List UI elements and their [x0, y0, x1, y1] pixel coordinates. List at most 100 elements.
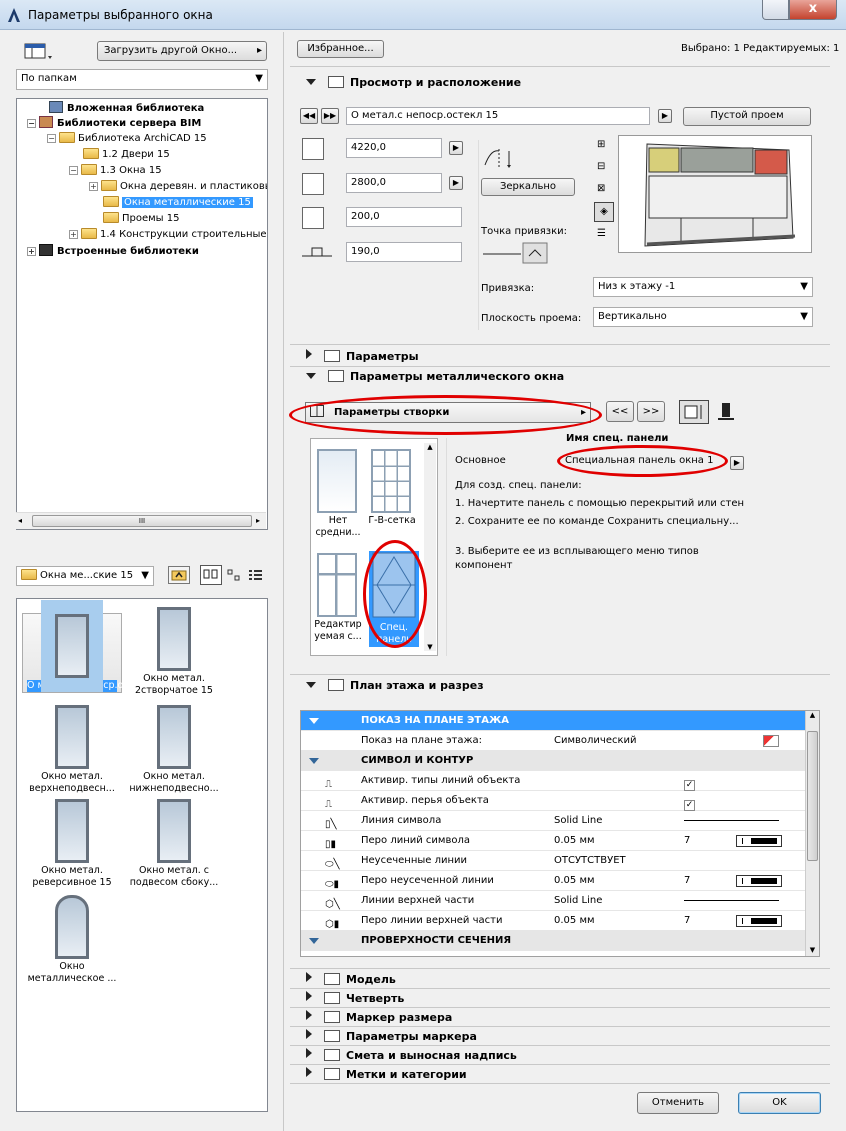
grid-row[interactable]: ⬭╲ Неусеченные линии ОТСУТСТВУЕТ — [301, 851, 806, 871]
gallery-item[interactable]: Окно метал. реверсивное 15 — [22, 799, 122, 889]
tree-node[interactable]: +Окна деревян. и пластиковые 15 — [89, 180, 267, 195]
section-view-placement[interactable]: Просмотр и расположение — [306, 74, 521, 92]
cancel-button[interactable]: Отменить — [637, 1092, 719, 1114]
scroll-up-icon[interactable]: ▲ — [424, 443, 436, 451]
object-name-field[interactable]: О метал.с непоср.остекл 15 — [346, 107, 650, 125]
3d-view-icon[interactable]: ◈ — [594, 202, 614, 222]
scroll-thumb[interactable]: III — [32, 515, 252, 527]
scroll-down-icon[interactable]: ▼ — [806, 946, 819, 954]
load-other-window-button[interactable]: Загрузить другой Окно... ▸ — [97, 41, 267, 61]
mirror-button[interactable]: Зеркально — [481, 178, 575, 196]
section-metal-window-params[interactable]: Параметры металлического окна — [306, 368, 564, 386]
tree-node[interactable]: +1.4 Конструкции строительные — [69, 228, 267, 243]
pen-preview[interactable] — [736, 835, 782, 847]
expand-icon[interactable]: + — [89, 182, 98, 191]
tree-node[interactable]: 1.2 Двери 15 — [83, 148, 170, 163]
tree-node-selected[interactable]: Окна металлические 15 — [103, 196, 253, 211]
folder-select[interactable]: Окна ме...ские 15 ▼ — [16, 566, 154, 586]
grid-mullion-icon[interactable] — [371, 449, 411, 513]
anchor-select[interactable]: Низ к этажу -1 ▼ — [593, 277, 813, 297]
section-marker-params[interactable]: Параметры маркера — [306, 1028, 477, 1046]
tree-node[interactable]: Проемы 15 — [103, 212, 179, 227]
next-page-button[interactable]: >> — [637, 401, 665, 422]
collapse-icon[interactable]: − — [69, 166, 78, 175]
prev-next-object-buttons[interactable]: ◀◀ ▶▶ — [300, 107, 340, 125]
next-object-icon[interactable]: ▶▶ — [321, 108, 339, 124]
width-field[interactable]: 4220,0 — [346, 138, 442, 158]
triangle-right-icon[interactable]: ▶ — [449, 176, 463, 190]
grid-group-row[interactable]: ПОКАЗ НА ПЛАНЕ ЭТАЖА — [301, 711, 806, 731]
pen-preview[interactable] — [736, 875, 782, 887]
pen-preview[interactable] — [736, 915, 782, 927]
close-window-button[interactable]: x — [789, 0, 837, 20]
section-tags-categories[interactable]: Метки и категории — [306, 1066, 467, 1084]
previous-object-icon[interactable]: ◀◀ — [300, 108, 318, 124]
section-model[interactable]: Модель — [306, 971, 396, 989]
height-field[interactable]: 2800,0 — [346, 173, 442, 193]
triangle-right-icon[interactable]: ▶ — [449, 141, 463, 155]
no-mullion-icon[interactable] — [317, 449, 357, 513]
gallery-item[interactable]: Окно метал. 2створчатое 15 — [124, 607, 224, 697]
scroll-left-icon[interactable]: ◂ — [18, 516, 22, 525]
elevation-view-icon[interactable]: ⊠ — [597, 183, 605, 194]
tree-node[interactable]: −1.3 Окна 15 — [69, 164, 162, 179]
scroll-up-icon[interactable]: ▲ — [806, 711, 819, 719]
collapse-icon[interactable]: − — [47, 134, 56, 143]
ok-button[interactable]: OK — [738, 1092, 821, 1114]
collapse-icon[interactable]: − — [27, 119, 36, 128]
minimize-button[interactable] — [762, 0, 789, 20]
tree-node[interactable]: + Встроенные библиотеки — [27, 244, 199, 259]
scroll-thumb[interactable] — [807, 731, 818, 861]
grid-row[interactable]: ⬡╲ Линии верхней части Solid Line — [301, 891, 806, 911]
library-view-icon[interactable] — [24, 43, 54, 61]
display-mode-icon[interactable] — [763, 735, 779, 747]
section-floor-plan[interactable]: План этажа и разрез — [306, 677, 484, 695]
grid-row[interactable]: ▯╲ Линия символа Solid Line — [301, 811, 806, 831]
pen-settings-icon[interactable] — [716, 401, 736, 423]
object-gallery[interactable]: О метал.с непоср.остекл 15 Окно метал. 2… — [16, 598, 268, 1112]
previous-page-button[interactable]: << — [606, 401, 634, 422]
sill-height-field[interactable]: 200,0 — [346, 207, 462, 227]
expand-icon[interactable]: + — [69, 230, 78, 239]
gallery-item[interactable]: Окно металлическое ... — [22, 895, 122, 985]
view-large-icons-icon[interactable] — [200, 565, 222, 585]
grid-row[interactable]: ⬡▮ Перо линии верхней части 0.05 мм 7 — [301, 911, 806, 931]
gallery-item[interactable]: Окно метал. нижнеподвесно... — [124, 705, 224, 795]
grid-vertical-scrollbar[interactable]: ▲ ▼ — [805, 711, 819, 956]
tree-node[interactable]: Вложенная библиотека — [27, 101, 204, 116]
grid-row[interactable]: Показ на плане этажа: Символический — [301, 731, 806, 751]
scroll-right-icon[interactable]: ▸ — [256, 516, 260, 525]
plan-view-icon[interactable]: ⊞ — [597, 139, 605, 150]
view-mode-toolbar[interactable]: ⊞ ⊟ ⊠ ◈ ☰ — [594, 134, 614, 252]
grid-group-row[interactable]: ПРОВЕРХНОСТИ СЕЧЕНИЯ — [301, 931, 806, 951]
grid-group-row[interactable]: СИМВОЛ И КОНТУР — [301, 751, 806, 771]
gallery-item[interactable]: Окно метал. верхнеподвесн... — [22, 705, 122, 795]
triangle-right-icon[interactable]: ▶ — [730, 456, 744, 470]
scroll-down-icon[interactable]: ▼ — [424, 643, 436, 651]
section-view-icon[interactable]: ⊟ — [597, 161, 605, 172]
view-list-icon[interactable] — [248, 568, 264, 582]
tree-node[interactable]: − Библиотека ArchiCAD 15 — [47, 132, 207, 147]
section-dimension-marker[interactable]: Маркер размера — [306, 1009, 452, 1027]
opening-plane-select[interactable]: Вертикально ▼ — [593, 307, 813, 327]
favorites-button[interactable]: Избранное... — [297, 40, 384, 58]
empty-opening-button[interactable]: Пустой проем — [683, 107, 811, 126]
grid-row[interactable]: ▯▮ Перо линий символа 0.05 мм 7 — [301, 831, 806, 851]
gallery-item[interactable]: Окно метал. с подвесом сбоку... — [124, 799, 224, 889]
editable-grid-icon[interactable] — [317, 553, 357, 617]
anchor-point-selector[interactable] — [481, 242, 551, 264]
floor-plan-settings-grid[interactable]: ПОКАЗ НА ПЛАНЕ ЭТАЖА Показ на плане этаж… — [300, 710, 820, 957]
palette-scrollbar[interactable]: ▲ ▼ — [424, 443, 436, 651]
grid-row[interactable]: ⬭▮ Перо неусеченной линии 0.05 мм 7 — [301, 871, 806, 891]
section-reveal[interactable]: Четверть — [306, 990, 404, 1008]
tree-horizontal-scrollbar[interactable]: ◂ III ▸ — [16, 512, 266, 529]
section-listing-label[interactable]: Смета и выносная надпись — [306, 1047, 517, 1065]
grid-row[interactable]: ⎍ Активир. перья объекта ✓ — [301, 791, 806, 811]
view-mode-select[interactable]: По папкам ▼ — [16, 69, 268, 90]
reveal-depth-field[interactable]: 190,0 — [346, 242, 462, 262]
sash-view-toggle-icon[interactable] — [679, 400, 709, 424]
grid-row[interactable]: ⎍ Активир. типы линий объекта ✓ — [301, 771, 806, 791]
triangle-right-icon[interactable]: ▶ — [658, 109, 672, 123]
list-view-icon[interactable]: ☰ — [597, 228, 606, 239]
tree-node[interactable]: − Библиотеки сервера BIM — [27, 116, 201, 131]
